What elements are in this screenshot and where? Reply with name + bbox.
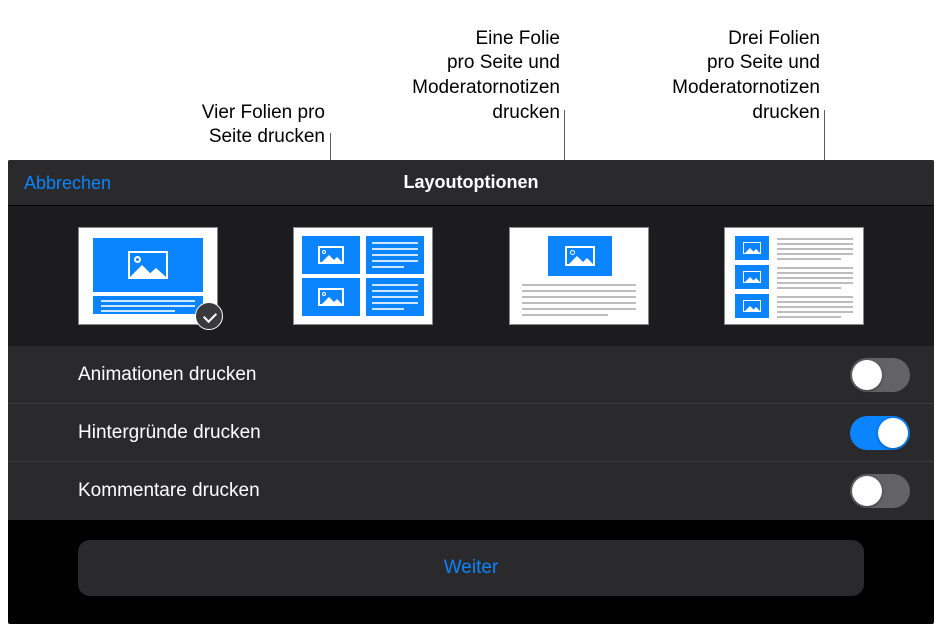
notes-line xyxy=(777,301,853,303)
notes-line xyxy=(777,238,853,240)
slide-mini-icon xyxy=(548,236,612,276)
slide-mini-icon xyxy=(735,294,769,318)
layout-thumbnails xyxy=(8,206,934,346)
cancel-button[interactable]: Abbrechen xyxy=(24,160,111,206)
notes-line xyxy=(522,308,636,310)
notes-line xyxy=(777,258,841,260)
notes-line xyxy=(777,311,853,313)
print-options-list: Animationen drucken Hintergründe drucken… xyxy=(8,346,934,520)
continue-label: Weiter xyxy=(444,557,499,579)
notes-line xyxy=(522,296,636,298)
notes-line xyxy=(777,287,841,289)
layout-single-slide[interactable] xyxy=(78,227,218,325)
callout-text: Vier Folien pro Seite drucken xyxy=(202,102,325,148)
notes-line xyxy=(777,248,853,250)
slide-icon xyxy=(93,238,203,292)
slide-mini-icon xyxy=(735,236,769,260)
notes-line xyxy=(777,272,853,274)
notes-line xyxy=(522,284,636,286)
callout-one-slide-notes: Eine Folie pro Seite und Moderatornotize… xyxy=(350,2,560,150)
notes-line xyxy=(777,253,853,255)
option-label: Hintergründe drucken xyxy=(78,422,261,444)
caption-icon xyxy=(93,296,203,314)
layout-one-slide-notes[interactable] xyxy=(509,227,649,325)
toggle-print-backgrounds[interactable] xyxy=(850,416,910,450)
toggle-print-animations[interactable] xyxy=(850,358,910,392)
callout-three-slides-notes: Drei Folien pro Seite und Moderatornotiz… xyxy=(610,2,820,150)
cancel-label: Abbrechen xyxy=(24,173,111,194)
notes-line xyxy=(777,296,853,298)
layout-four-slides[interactable] xyxy=(293,227,433,325)
option-row-print-backgrounds: Hintergründe drucken xyxy=(8,404,934,462)
continue-section: Weiter xyxy=(8,520,934,616)
toggle-print-comments[interactable] xyxy=(850,474,910,508)
option-label: Animationen drucken xyxy=(78,364,257,386)
notes-line xyxy=(777,277,853,279)
slide-mini-icon xyxy=(302,236,360,274)
slide-mini-icon xyxy=(302,278,360,316)
callout-text: Eine Folie pro Seite und Moderatornotize… xyxy=(412,28,560,123)
option-label: Kommentare drucken xyxy=(78,480,260,502)
slide-mini-icon xyxy=(735,265,769,289)
notes-line xyxy=(777,243,853,245)
notes-line xyxy=(777,306,853,308)
text-mini-icon xyxy=(366,278,424,316)
option-row-print-comments: Kommentare drucken xyxy=(8,462,934,520)
notes-line xyxy=(777,282,853,284)
panel-title: Layoutoptionen xyxy=(404,172,539,193)
callout-text: Drei Folien pro Seite und Moderatornotiz… xyxy=(672,28,820,123)
notes-line xyxy=(777,316,841,318)
layout-three-slides-notes[interactable] xyxy=(724,227,864,325)
continue-button[interactable]: Weiter xyxy=(78,540,864,596)
option-row-print-animations: Animationen drucken xyxy=(8,346,934,404)
callout-layer: Vier Folien pro Seite drucken Eine Folie… xyxy=(0,0,942,160)
notes-line xyxy=(522,302,636,304)
notes-line xyxy=(522,290,636,292)
notes-line xyxy=(777,267,853,269)
text-mini-icon xyxy=(366,236,424,274)
notes-line xyxy=(522,314,608,316)
layout-options-panel: Abbrechen Layoutoptionen xyxy=(8,160,934,624)
panel-header: Abbrechen Layoutoptionen xyxy=(8,160,934,206)
